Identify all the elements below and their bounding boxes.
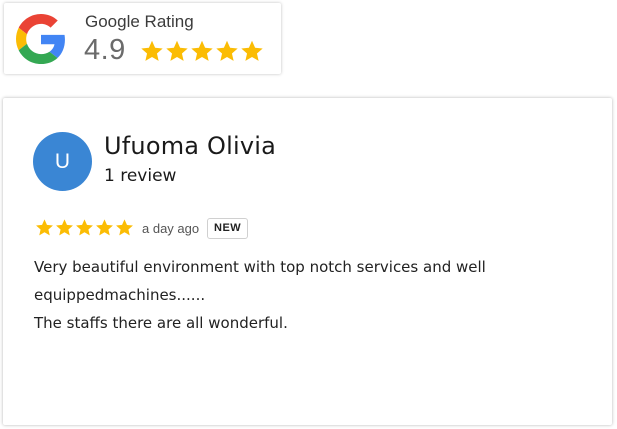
rating-score: 4.9 [84,34,126,66]
star-icon [240,39,264,65]
review-text-line: The staffs there are all wonderful. [34,314,288,332]
review-card: U Ufuoma Olivia 1 review a day ago NEW V… [3,98,612,425]
star-icon [115,218,134,242]
badge-star-rating [140,39,264,65]
review-star-rating [35,218,134,242]
google-rating-badge: Google Rating 4.9 [4,3,281,74]
star-icon [55,218,74,242]
google-g-icon [16,14,65,64]
review-text: Very beautiful environment with top notc… [34,253,574,337]
badge-title: Google Rating [85,12,194,31]
new-badge: NEW [207,218,249,239]
review-count: 1 review [104,166,177,186]
star-icon [190,39,214,65]
avatar[interactable]: U [33,132,92,191]
star-icon [35,218,54,242]
star-icon [95,218,114,242]
review-text-line: Very beautiful environment with top notc… [34,258,486,304]
star-icon [75,218,94,242]
star-icon [215,39,239,65]
star-icon [140,39,164,65]
reviewer-name[interactable]: Ufuoma Olivia [104,132,276,160]
review-time: a day ago [142,221,200,236]
star-icon [165,39,189,65]
